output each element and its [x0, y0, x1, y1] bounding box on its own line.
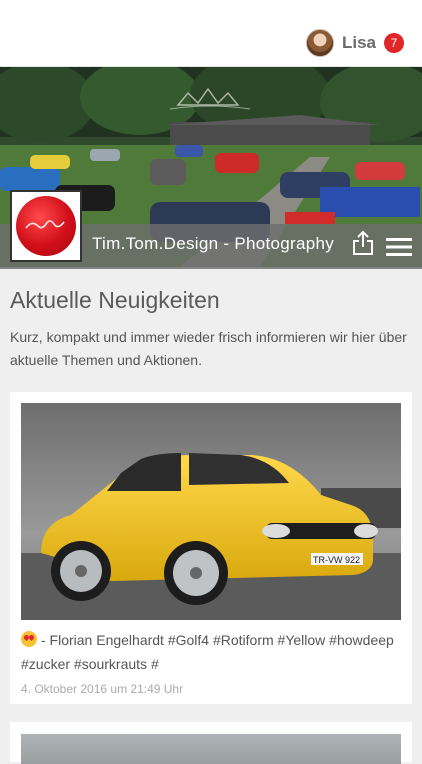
post-text: - Florian Engelhardt #Golf4 #Rotiform #Y…: [21, 628, 401, 676]
brand-logo[interactable]: [10, 190, 82, 262]
post-image[interactable]: TR-VW 922: [21, 403, 401, 620]
hamburger-menu-icon[interactable]: [386, 238, 412, 256]
post-date: 4. Oktober 2016 um 21:49 Uhr: [21, 682, 184, 696]
news-title: Aktuelle Neuigkeiten: [10, 287, 220, 313]
user-menu[interactable]: Lisa 7: [305, 28, 404, 58]
brand-title: Tim.Tom.Design - Photography: [92, 234, 335, 253]
user-name[interactable]: Lisa: [342, 33, 376, 53]
news-post-card[interactable]: TR-VW 922 - Florian Engelhardt #Golf4 #R…: [10, 392, 412, 704]
top-bar: Lisa 7: [0, 0, 422, 67]
post-car-photo: TR-VW 922: [21, 403, 401, 620]
logo-script-mark: [25, 220, 65, 229]
notification-badge[interactable]: 7: [384, 33, 404, 53]
license-plate: TR-VW 922: [313, 555, 360, 565]
post-image-2[interactable]: [21, 734, 401, 764]
user-avatar[interactable]: [305, 29, 334, 57]
brand-logo-circle: [16, 196, 76, 256]
post-caption: - Florian Engelhardt #Golf4 #Rotiform #Y…: [21, 632, 394, 672]
news-description: Kurz, kompakt und immer wieder frisch in…: [10, 329, 407, 368]
share-icon[interactable]: [352, 230, 374, 256]
news-post-card-2[interactable]: [10, 722, 412, 764]
heart-eyes-emoji-icon: [21, 631, 37, 647]
